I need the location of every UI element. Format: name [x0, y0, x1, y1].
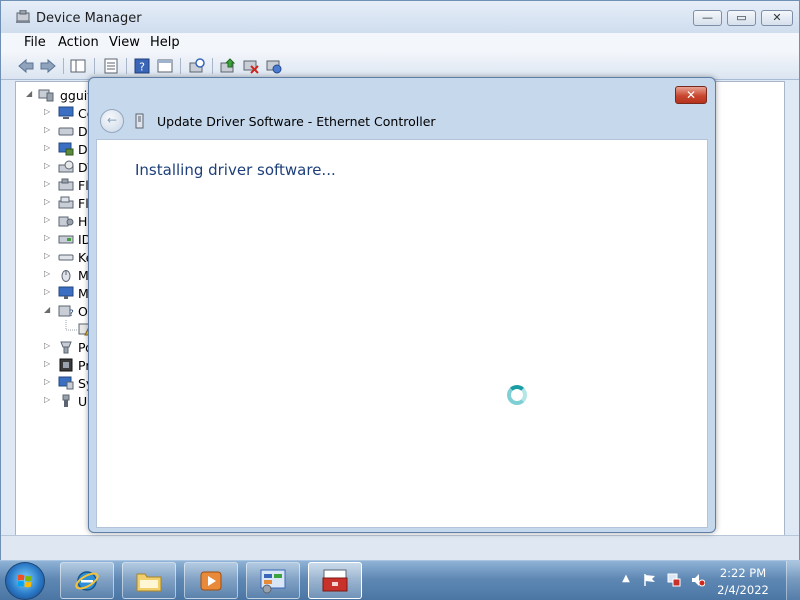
menu-action[interactable]: Action	[58, 35, 99, 50]
menu-file[interactable]: File	[24, 35, 46, 50]
toolbar-separator	[212, 58, 213, 74]
collapse-arrow-icon[interactable]: ◢	[26, 89, 32, 98]
clock-time[interactable]: 2:22 PM	[712, 566, 774, 580]
other-devices-icon: ?	[58, 305, 74, 318]
close-icon: ✕	[685, 88, 697, 102]
back-button[interactable]: ←	[100, 109, 124, 133]
taskbar-windows-explorer[interactable]	[122, 562, 176, 599]
tree-connector	[65, 320, 78, 331]
ethernet-controller-icon	[135, 113, 144, 129]
windows-logo-icon	[18, 574, 32, 588]
busy-spinner-icon	[507, 385, 527, 405]
scan-hardware-icon[interactable]	[188, 57, 206, 75]
taskbar-device-manager[interactable]	[308, 562, 362, 599]
update-driver-icon[interactable]	[219, 57, 237, 75]
update-driver-dialog: ✕ ← Update Driver Software - Ethernet Co…	[88, 77, 716, 533]
expand-arrow-icon[interactable]: ▷	[44, 287, 50, 296]
internet-explorer-icon	[75, 571, 99, 591]
keyboard-icon	[58, 254, 74, 261]
dvd-drive-icon	[58, 160, 74, 173]
maximize-button[interactable]: ▭	[727, 10, 756, 26]
system-devices-icon	[58, 376, 74, 390]
disk-drive-icon	[58, 127, 74, 136]
menu-view[interactable]: View	[109, 35, 140, 50]
toolbar-separator	[180, 58, 181, 74]
toolbar-separator	[126, 58, 127, 74]
computer-icon	[58, 106, 74, 119]
collapse-arrow-icon[interactable]: ◢	[44, 305, 50, 314]
ports-icon	[60, 341, 72, 354]
expand-arrow-icon[interactable]: ▷	[44, 377, 50, 386]
expand-arrow-icon[interactable]: ▷	[44, 269, 50, 278]
taskbar-media-player[interactable]	[184, 562, 238, 599]
media-player-icon	[200, 571, 222, 591]
status-bar	[1, 535, 799, 560]
window-title: Device Manager	[36, 11, 142, 26]
network-icon[interactable]	[667, 573, 681, 587]
processor-icon	[59, 358, 73, 372]
toolbar-separator	[94, 58, 95, 74]
display-adapter-icon	[58, 142, 74, 156]
disable-device-icon[interactable]	[242, 57, 260, 75]
expand-arrow-icon[interactable]: ▷	[44, 125, 50, 134]
control-panel-icon	[260, 569, 286, 594]
expand-arrow-icon[interactable]: ▷	[44, 215, 50, 224]
show-desktop-button[interactable]	[786, 561, 800, 600]
toolbar-separator	[63, 58, 64, 74]
forward-arrow-icon[interactable]	[39, 57, 57, 75]
help-icon[interactable]: ?	[133, 57, 151, 75]
properties-icon[interactable]	[102, 57, 120, 75]
dialog-content: Installing driver software...	[96, 139, 708, 528]
taskbar: ▲ 2:22 PM 2/4/2022	[0, 560, 800, 600]
maximize-icon: ▭	[736, 11, 747, 24]
expand-arrow-icon[interactable]: ▷	[44, 179, 50, 188]
console-tree-icon[interactable]	[69, 57, 87, 75]
floppy-controller-icon	[58, 178, 74, 191]
toolbar: ?	[1, 53, 799, 80]
windows-explorer-icon	[136, 573, 162, 592]
close-button[interactable]: ✕	[761, 10, 793, 26]
computer-root-icon	[38, 89, 54, 102]
usb-controller-icon	[62, 394, 70, 407]
menu-help[interactable]: Help	[150, 35, 180, 50]
expand-arrow-icon[interactable]: ▷	[44, 395, 50, 404]
hid-icon	[58, 216, 74, 227]
title-bar[interactable]: Device Manager — ▭ ✕	[1, 1, 799, 33]
expand-arrow-icon[interactable]: ▷	[44, 341, 50, 350]
mouse-icon	[61, 270, 71, 282]
svg-text:?: ?	[139, 61, 145, 74]
expand-arrow-icon[interactable]: ▷	[44, 233, 50, 242]
taskbar-internet-explorer[interactable]	[60, 562, 114, 599]
show-hide-icon[interactable]	[156, 57, 174, 75]
back-arrow-icon: ←	[106, 113, 118, 127]
menu-bar: File Action View Help	[1, 33, 799, 53]
close-icon: ✕	[772, 11, 782, 24]
minimize-button[interactable]: —	[693, 10, 722, 26]
expand-arrow-icon[interactable]: ▷	[44, 359, 50, 368]
expand-arrow-icon[interactable]: ▷	[44, 161, 50, 170]
taskbar-control-panel[interactable]	[246, 562, 300, 599]
ide-controller-icon	[58, 235, 74, 244]
action-center-flag-icon[interactable]	[643, 573, 657, 587]
floppy-drive-icon	[58, 196, 74, 209]
clock-date[interactable]: 2/4/2022	[712, 583, 774, 597]
dialog-close-button[interactable]: ✕	[675, 86, 707, 104]
volume-muted-icon[interactable]	[691, 573, 705, 587]
uninstall-device-icon[interactable]	[265, 57, 283, 75]
expand-arrow-icon[interactable]: ▷	[44, 143, 50, 152]
svg-text:?: ?	[69, 309, 74, 318]
dialog-title: Update Driver Software - Ethernet Contro…	[157, 114, 436, 129]
monitor-icon	[58, 286, 74, 299]
expand-arrow-icon[interactable]: ▷	[44, 107, 50, 116]
device-manager-toolbox-icon	[322, 569, 348, 592]
minimize-icon: —	[702, 11, 713, 24]
device-manager-icon	[16, 10, 30, 23]
back-arrow-icon[interactable]	[17, 57, 35, 75]
expand-arrow-icon[interactable]: ▷	[44, 251, 50, 260]
expand-arrow-icon[interactable]: ▷	[44, 197, 50, 206]
dialog-heading: Installing driver software...	[135, 161, 336, 179]
start-button[interactable]	[5, 562, 45, 600]
show-hidden-icons-arrow-icon[interactable]: ▲	[619, 573, 633, 587]
